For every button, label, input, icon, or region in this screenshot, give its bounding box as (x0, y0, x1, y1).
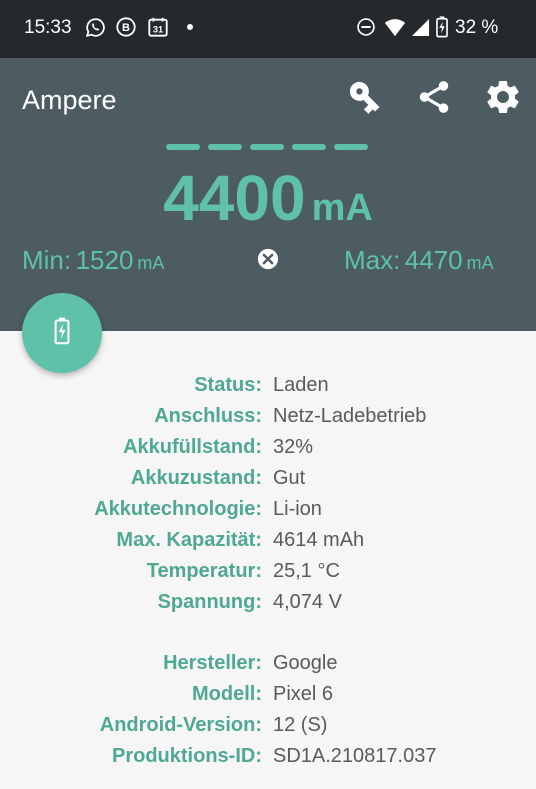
info-value: Laden (273, 374, 329, 396)
info-label: Spannung: (157, 591, 262, 613)
info-label: Hersteller: (163, 652, 262, 674)
info-value: 4614 mAh (273, 529, 365, 551)
info-value: Pixel 6 (273, 683, 334, 705)
info-list: Status: Laden Anschluss: Netz-Ladebetrie… (0, 370, 536, 772)
info-label: Akkuzustand: (130, 467, 262, 489)
svg-text:31: 31 (153, 25, 163, 35)
app-header: Ampere 4400 mA Min: 1520 mA Max: 4470 mA (0, 58, 536, 331)
status-bar: 15:33 B 31 32 % (0, 0, 536, 58)
calendar-icon: 31 (147, 16, 169, 38)
info-row-health: Akkuzustand: Gut (0, 463, 536, 494)
info-row-build-id: Produktions-ID: SD1A.210817.037 (0, 741, 536, 772)
current-unit: mA (311, 187, 373, 229)
info-label: Anschluss: (154, 405, 262, 427)
info-row-android-version: Android-Version: 12 (S) (0, 710, 536, 741)
whatsapp-icon (84, 16, 106, 38)
dot-icon (179, 16, 201, 38)
max-value: 4470 (404, 245, 463, 275)
max-reading: Max: 4470 mA (344, 245, 494, 276)
reset-minmax-button[interactable] (257, 248, 279, 270)
info-value: 12 (S) (273, 714, 328, 736)
info-row-model: Modell: Pixel 6 (0, 679, 536, 710)
info-label: Modell: (192, 683, 262, 705)
settings-button[interactable] (482, 78, 524, 120)
info-label: Akkutechnologie: (94, 498, 262, 520)
battery-fab-button[interactable] (22, 293, 102, 373)
share-button[interactable] (413, 78, 455, 120)
info-label: Status: (194, 374, 262, 396)
dnd-icon (355, 16, 377, 38)
signal-icon (409, 16, 431, 38)
info-value: Google (273, 652, 338, 674)
info-label: Akkufüllstand: (123, 436, 262, 458)
max-unit: mA (466, 253, 494, 273)
info-label: Produktions-ID: (112, 745, 262, 767)
min-label: Min: (22, 245, 72, 275)
info-value: 32% (273, 436, 314, 458)
info-value: 25,1 °C (273, 560, 340, 582)
battery-charging-icon (431, 16, 453, 38)
svg-text:B: B (122, 22, 130, 34)
info-row-manufacturer: Hersteller: Google (0, 648, 536, 679)
settings-icon (483, 77, 523, 122)
min-reading: Min: 1520 mA (22, 245, 164, 276)
b-app-icon: B (115, 16, 137, 38)
info-row-capacity: Max. Kapazität: 4614 mAh (0, 525, 536, 556)
status-time: 15:33 (24, 17, 72, 38)
info-row-temperature: Temperatur: 25,1 °C (0, 556, 536, 587)
max-label: Max: (344, 245, 401, 275)
wifi-icon (384, 16, 406, 38)
min-value: 1520 (75, 245, 134, 275)
battery-percent: 32 % (455, 17, 499, 38)
key-button[interactable] (344, 78, 386, 120)
info-row-charge-level: Akkufüllstand: 32% (0, 432, 536, 463)
info-value: Netz-Ladebetrieb (273, 405, 427, 427)
info-value: SD1A.210817.037 (273, 745, 437, 767)
current-value: 4400 (163, 162, 306, 234)
level-dash (166, 144, 200, 150)
info-label: Android-Version: (99, 714, 262, 736)
level-dash (250, 144, 284, 150)
share-icon (415, 78, 453, 121)
battery-charging-icon (53, 317, 71, 350)
level-dash (334, 144, 368, 150)
info-row-technology: Akkutechnologie: Li-ion (0, 494, 536, 525)
info-row-voltage: Spannung: 4,074 V (0, 587, 536, 618)
level-dash (292, 144, 326, 150)
info-row-status: Status: Laden (0, 370, 536, 401)
info-value: Li-ion (273, 498, 322, 520)
info-value: 4,074 V (273, 591, 342, 613)
info-label: Temperatur: (146, 560, 262, 582)
info-value: Gut (273, 467, 306, 489)
min-unit: mA (137, 253, 165, 273)
current-reading: 4400 mA (0, 161, 536, 235)
level-dash (208, 144, 242, 150)
level-indicator (166, 144, 368, 150)
key-icon (346, 78, 384, 121)
info-row-connection: Anschluss: Netz-Ladebetrieb (0, 401, 536, 432)
close-circle-icon (257, 248, 279, 274)
app-title: Ampere (22, 85, 117, 115)
info-label: Max. Kapazität: (116, 529, 262, 551)
